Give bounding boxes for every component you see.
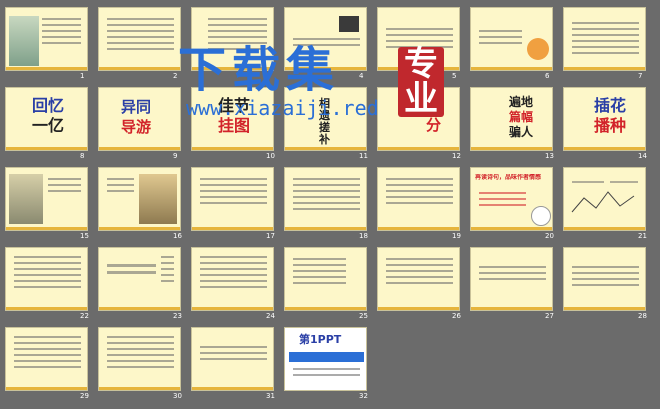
slide-number: 14 [638, 152, 647, 160]
slide-thumb-27[interactable] [470, 247, 553, 311]
slide-word: 插花 [594, 96, 627, 115]
slide-thumb-29[interactable] [5, 327, 88, 391]
slide-number: 18 [359, 232, 368, 240]
slide-number: 20 [545, 232, 554, 240]
painting-picture [139, 174, 177, 224]
watermark-url: www.xiazaiji.red [186, 96, 379, 120]
slide-number: 11 [359, 152, 368, 160]
slide-thumb-7[interactable] [563, 7, 646, 71]
slide-thumb-28[interactable] [563, 247, 646, 311]
slide-number: 5 [452, 72, 457, 80]
slide-thumb-8[interactable]: 回忆 一亿 [5, 87, 88, 151]
brand-logo: 第1PPT [299, 333, 342, 346]
slide-number: 1 [80, 72, 85, 80]
slide-thumb-30[interactable] [98, 327, 181, 391]
slide-number: 19 [452, 232, 461, 240]
slide-thumb-26[interactable] [377, 247, 460, 311]
landscape-picture [9, 16, 39, 66]
slide-number: 16 [173, 232, 182, 240]
slide-heading: 再读诗句，品味作者情感 [475, 174, 542, 181]
slide-thumb-17[interactable] [191, 167, 274, 231]
promo-banner [289, 352, 364, 362]
slide-thumb-19[interactable] [377, 167, 460, 231]
watermark-badge: 专业 [398, 47, 444, 117]
slide-number: 25 [359, 312, 368, 320]
slide-word: 一亿 [32, 116, 65, 135]
slide-thumb-15[interactable] [5, 167, 88, 231]
slide-thumb-14[interactable]: 插花 播种 [563, 87, 646, 151]
slide-word: 回忆 [32, 96, 65, 115]
slide-number: 4 [359, 72, 364, 80]
slide-word: 播种 [594, 116, 627, 135]
slide-number: 10 [266, 152, 275, 160]
slide-word: 遍地 [509, 95, 534, 109]
slide-thumb-16[interactable] [98, 167, 181, 231]
slide-number: 23 [173, 312, 182, 320]
slide-number: 32 [359, 392, 368, 400]
slide-thumb-20[interactable]: 再读诗句，品味作者情感 [470, 167, 553, 231]
cartoon-picture [527, 38, 549, 60]
slide-number: 24 [266, 312, 275, 320]
slide-thumb-24[interactable] [191, 247, 274, 311]
slide-number: 26 [452, 312, 461, 320]
slide-number: 2 [173, 72, 178, 80]
slide-number: 7 [638, 72, 643, 80]
slide-number: 29 [80, 392, 89, 400]
slide-number: 9 [173, 152, 178, 160]
slide-number: 28 [638, 312, 647, 320]
slide-thumb-25[interactable] [284, 247, 367, 311]
slide-number: 12 [452, 152, 461, 160]
slide-word: 异同 [121, 98, 152, 116]
slide-word: 篇幅 [509, 110, 534, 124]
slide-thumb-32[interactable]: 第1PPT [284, 327, 367, 391]
slide-thumb-23[interactable] [98, 247, 181, 311]
slide-number: 6 [545, 72, 550, 80]
diagram-graphic [571, 181, 638, 213]
cartoon-picture [531, 206, 551, 226]
slide-thumb-31[interactable] [191, 327, 274, 391]
slide-number: 15 [80, 232, 89, 240]
slide-number: 21 [638, 232, 647, 240]
watermark-title: 下载集 [178, 42, 341, 98]
slide-number: 27 [545, 312, 554, 320]
painting-picture [9, 174, 43, 224]
slide-thumb-13[interactable]: 遍地 篇幅 骗人 [470, 87, 553, 151]
slide-thumb-9[interactable]: 异同 导游 [98, 87, 181, 151]
slide-thumb-18[interactable] [284, 167, 367, 231]
slide-number: 30 [173, 392, 182, 400]
slide-thumb-2[interactable] [98, 7, 181, 71]
slide-word: 骗人 [509, 125, 534, 139]
slide-number: 22 [80, 312, 89, 320]
slide-number: 31 [266, 392, 275, 400]
flower-picture [339, 16, 359, 32]
slide-thumb-6[interactable] [470, 7, 553, 71]
slide-thumb-21[interactable] [563, 167, 646, 231]
slide-number: 8 [80, 152, 85, 160]
slide-word: 导游 [121, 118, 152, 136]
slide-word: 挂图 [218, 116, 251, 135]
slide-number: 17 [266, 232, 275, 240]
slide-number: 13 [545, 152, 554, 160]
slide-thumb-22[interactable] [5, 247, 88, 311]
slide-thumb-1[interactable] [5, 7, 88, 71]
